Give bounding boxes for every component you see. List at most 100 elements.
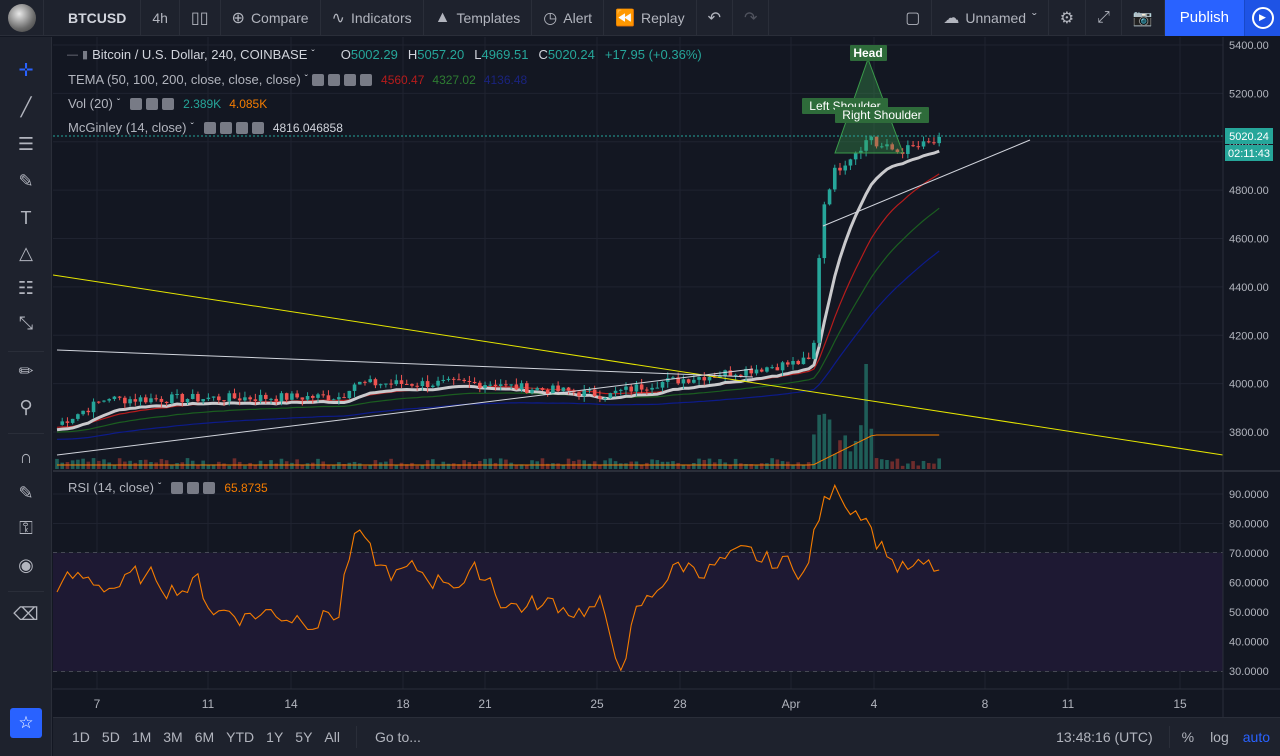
replay-button[interactable]: ⏪ Replay <box>604 0 697 36</box>
range-button-5y[interactable]: 5Y <box>289 729 318 745</box>
redo-button[interactable]: ↷ <box>733 0 770 36</box>
chevron-down-icon[interactable]: ˇ <box>305 74 308 85</box>
fullscreen-square-button[interactable]: ▢ <box>894 0 933 36</box>
eye-icon[interactable] <box>171 481 184 494</box>
braces-icon[interactable] <box>344 73 357 86</box>
range-button-6m[interactable]: 6M <box>189 729 220 745</box>
chevron-down-icon[interactable]: ˇ <box>190 122 193 133</box>
chart-canvas[interactable]: 5400.005200.005000.004800.004600.004400.… <box>53 37 1280 717</box>
alert-button[interactable]: ◷ Alert <box>532 0 605 36</box>
symbol-title[interactable]: Bitcoin / U.S. Dollar, 240, COINBASE <box>92 47 307 62</box>
trend-line-icon[interactable]: ╱ <box>13 94 39 120</box>
tema-legend[interactable]: TEMA (50, 100, 200, close, close, close)… <box>68 72 527 87</box>
range-button-1y[interactable]: 1Y <box>260 729 289 745</box>
close-icon[interactable] <box>203 481 216 494</box>
utc-clock[interactable]: 13:48:16 (UTC) <box>1044 729 1164 745</box>
close-icon[interactable] <box>251 121 264 134</box>
candle-body <box>561 387 566 392</box>
trash-icon[interactable]: ⌫ <box>13 601 39 627</box>
zoom-in-icon[interactable]: ⚲ <box>13 394 39 420</box>
eye-icon[interactable] <box>203 121 216 134</box>
last-price-label: 5020.24 <box>1229 131 1269 143</box>
indicators-button[interactable]: ∿ Indicators <box>321 0 424 36</box>
volume-actions <box>130 97 175 110</box>
ruler-icon[interactable]: ✏ <box>13 358 39 384</box>
candle-body <box>613 390 618 394</box>
symbol-search[interactable]: BTCUSD <box>44 0 142 36</box>
publish-button[interactable]: Publish <box>1164 0 1244 36</box>
log-scale-toggle[interactable]: log <box>1202 729 1237 745</box>
volume-legend[interactable]: Vol (20) ˇ 2.389K 4.085K <box>68 96 267 111</box>
crosshair-icon[interactable]: ✛ <box>13 57 39 83</box>
rsi-axis[interactable]: 90.0000 80.0000 70.0000 60.0000 50.0000 40.00… <box>1229 489 1269 678</box>
text-tool-icon[interactable]: T <box>13 205 39 231</box>
rsi-label[interactable]: RSI (14, close) <box>68 480 154 495</box>
volume-bar <box>91 458 96 469</box>
compare-button[interactable]: ⊕ Compare <box>221 0 321 36</box>
prediction-icon[interactable]: ☷ <box>13 275 39 301</box>
user-avatar[interactable] <box>0 0 44 36</box>
close-icon[interactable] <box>162 97 175 110</box>
chevron-down-icon[interactable]: ˇ <box>158 482 161 493</box>
gear-icon[interactable] <box>146 97 159 110</box>
lock-drawing-pencil-icon[interactable]: ✎ <box>13 480 39 506</box>
candle-body <box>86 410 91 413</box>
interval-button[interactable]: 4h <box>141 0 180 36</box>
volume-bar <box>394 465 399 469</box>
volume-bar <box>143 459 148 469</box>
goto-button[interactable]: Go to... <box>367 729 429 745</box>
gear-icon[interactable] <box>219 121 232 134</box>
brush-icon[interactable]: ✎ <box>13 168 39 194</box>
pitchfork-icon[interactable]: ☰ <box>13 131 39 157</box>
collapse-legend-icon[interactable]: — <box>67 49 78 61</box>
gear-icon[interactable] <box>187 481 200 494</box>
price-axis[interactable]: 5400.005200.005000.004800.004600.004400.… <box>1229 40 1269 439</box>
auto-scale-toggle[interactable]: auto <box>1237 729 1280 745</box>
volume-bar <box>556 463 560 469</box>
range-button-3m[interactable]: 3M <box>157 729 188 745</box>
volume-bar <box>890 461 894 469</box>
close-icon[interactable] <box>360 73 373 86</box>
eye-icon[interactable] <box>312 73 325 86</box>
braces-icon[interactable] <box>235 121 248 134</box>
eye-icon[interactable] <box>130 97 143 110</box>
lock-icon[interactable]: ⚿ <box>13 515 39 541</box>
candle-body <box>295 393 299 398</box>
chevron-down-icon[interactable]: ˇ <box>117 98 120 109</box>
favorites-star-button[interactable]: ☆ <box>10 708 42 738</box>
range-button-1d[interactable]: 1D <box>66 729 96 745</box>
layout-name-button[interactable]: ☁ Unnamed ˇ <box>932 0 1049 36</box>
rsi-legend[interactable]: RSI (14, close) ˇ 65.8735 <box>68 480 268 495</box>
gear-icon[interactable] <box>328 73 341 86</box>
mcginley-legend[interactable]: McGinley (14, close) ˇ 4816.046858 <box>68 120 343 135</box>
chart-area[interactable]: 5400.005200.005000.004800.004600.004400.… <box>53 37 1280 717</box>
range-button-ytd[interactable]: YTD <box>220 729 260 745</box>
undo-button[interactable]: ↶ <box>697 0 733 36</box>
annotation-right-shoulder[interactable]: Right Shoulder <box>835 107 929 123</box>
chevron-down-icon[interactable]: ˇ <box>311 49 314 60</box>
volume-bar <box>864 364 868 469</box>
snapshot-button[interactable]: 📷 <box>1122 0 1165 36</box>
settings-button[interactable]: ⚙ <box>1049 0 1087 36</box>
publish-play-button[interactable]: ▶ <box>1244 0 1280 36</box>
fullscreen-button[interactable]: ⤢ <box>1086 0 1122 36</box>
camera-icon: 📷 <box>1132 9 1153 27</box>
volume-label[interactable]: Vol (20) <box>68 96 113 111</box>
chart-type-button[interactable]: ▯▯ <box>180 0 221 36</box>
range-button-5d[interactable]: 5D <box>96 729 126 745</box>
symbol-legend[interactable]: — ▮ Bitcoin / U.S. Dollar, 240, COINBASE… <box>67 47 702 62</box>
pattern-icon[interactable]: △ <box>13 240 39 266</box>
tema-label[interactable]: TEMA (50, 100, 200, close, close, close) <box>68 72 301 87</box>
annotation-head[interactable]: Head <box>850 45 887 61</box>
icons-tool-icon[interactable]: ⤡ <box>13 310 39 336</box>
range-button-all[interactable]: All <box>318 729 346 745</box>
magnet-icon[interactable]: ∩ <box>13 444 39 470</box>
eye-icon[interactable]: ◉ <box>13 552 39 578</box>
templates-button[interactable]: ▲ Templates <box>424 0 533 36</box>
indicators-icon: ∿ <box>331 9 345 27</box>
candle-body <box>305 395 310 400</box>
volume-bar <box>739 463 743 469</box>
percent-scale-toggle[interactable]: % <box>1174 729 1202 745</box>
range-button-1m[interactable]: 1M <box>126 729 157 745</box>
mcginley-label[interactable]: McGinley (14, close) <box>68 120 186 135</box>
